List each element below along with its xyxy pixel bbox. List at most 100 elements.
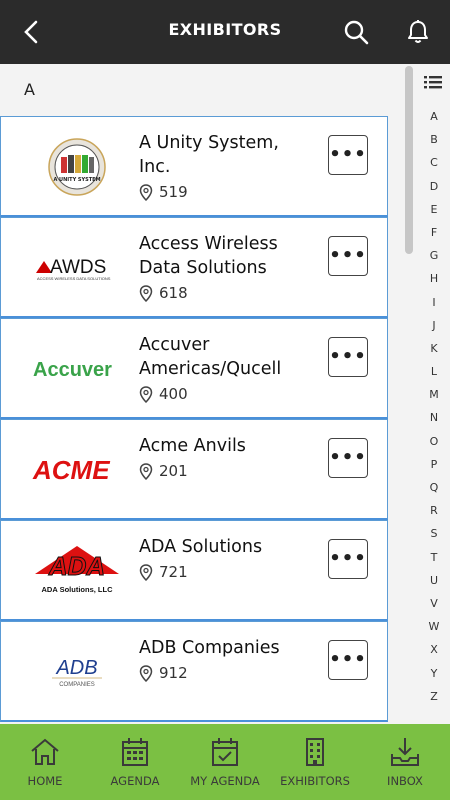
tab-agenda[interactable]: AGENDA (90, 724, 180, 800)
booth-number: 618 (159, 284, 188, 302)
location-pin-icon (139, 563, 153, 581)
more-options-button[interactable]: ••• (328, 539, 368, 579)
exhibitor-logo: ACME (23, 434, 131, 506)
index-letter[interactable]: M (420, 388, 448, 411)
exhibitor-name: Accuver Americas/Qucell (139, 335, 282, 379)
booth-info: 912 (139, 664, 188, 682)
svg-text:Accuver: Accuver (33, 359, 112, 381)
index-letter[interactable]: Y (420, 667, 448, 690)
exhibitor-name: Acme Anvils (139, 436, 246, 456)
booth-info: 201 (139, 462, 188, 480)
index-letter[interactable]: F (420, 226, 448, 249)
awds-logo: AWDS ACCESS WIRELESS DATA SOLUTIONS (36, 257, 111, 281)
index-letter[interactable]: E (420, 203, 448, 226)
index-letter[interactable]: G (420, 249, 448, 272)
index-letter[interactable]: X (420, 643, 448, 666)
index-letter[interactable]: I (420, 296, 448, 319)
tab-label: HOME (27, 774, 63, 788)
more-options-button[interactable]: ••• (328, 337, 368, 377)
index-letter[interactable]: H (420, 272, 448, 295)
more-options-button[interactable]: ••• (328, 438, 368, 478)
exhibitor-name: ADA Solutions (139, 537, 263, 557)
tab-label: MY AGENDA (190, 774, 260, 788)
index-letter[interactable]: R (420, 504, 448, 527)
svg-text:A UNITY SYSTEM: A UNITY SYSTEM (53, 177, 100, 183)
index-letter[interactable]: Z (420, 690, 448, 713)
tab-inbox[interactable]: INBOX (360, 724, 450, 800)
index-letter[interactable]: C (420, 156, 448, 179)
booth-info: 721 (139, 563, 188, 581)
booth-number: 201 (159, 462, 188, 480)
booth-number: 400 (159, 385, 188, 403)
index-letter[interactable]: L (420, 365, 448, 388)
list-view-icon[interactable] (424, 74, 442, 90)
location-pin-icon (139, 183, 153, 201)
index-letter[interactable]: J (420, 319, 448, 342)
bottom-nav: HOME AGENDA MY AGENDA EXHIBITORS INBOX (0, 724, 450, 800)
exhibitor-row[interactable]: ADB COMPANIES ADB Companies ••• 912 (0, 621, 388, 722)
calendar-check-icon (212, 738, 238, 766)
search-icon (344, 20, 369, 45)
section-header: A (24, 80, 35, 99)
exhibitor-row[interactable]: ACME Acme Anvils ••• 201 (0, 419, 388, 520)
page-title: EXHIBITORS (168, 20, 282, 39)
index-letter[interactable]: W (420, 620, 448, 643)
tab-label: AGENDA (110, 774, 160, 788)
a-unity-system-logo: A UNITY SYSTEM (48, 138, 106, 196)
exhibitor-name: ADB Companies (139, 638, 280, 658)
exhibitor-row[interactable]: AWDS ACCESS WIRELESS DATA SOLUTIONS Acce… (0, 217, 388, 318)
index-letter[interactable]: Q (420, 481, 448, 504)
tab-label: EXHIBITORS (280, 774, 350, 788)
index-letter[interactable]: N (420, 411, 448, 434)
booth-info: 519 (139, 183, 188, 201)
svg-text:ACME: ACME (32, 455, 110, 485)
index-letter[interactable]: S (420, 527, 448, 550)
tab-home[interactable]: HOME (0, 724, 90, 800)
location-pin-icon (139, 385, 153, 403)
exhibitor-row[interactable]: ADA ADA Solutions, LLC ADA Solutions •••… (0, 520, 388, 621)
notifications-button[interactable] (400, 14, 436, 50)
index-letter[interactable]: D (420, 180, 448, 203)
location-pin-icon (139, 664, 153, 682)
exhibitor-row[interactable]: Accuver Accuver Americas/Qucell ••• 400 (0, 318, 388, 419)
booth-number: 912 (159, 664, 188, 682)
index-letter[interactable]: T (420, 551, 448, 574)
more-options-button[interactable]: ••• (328, 236, 368, 276)
index-letter[interactable]: K (420, 342, 448, 365)
index-letter[interactable]: P (420, 458, 448, 481)
calendar-icon (122, 738, 148, 766)
exhibitor-name: A Unity System, Inc. (139, 133, 279, 177)
svg-text:AWDS: AWDS (50, 257, 106, 278)
ada-solutions-logo: ADA ADA Solutions, LLC (35, 546, 119, 594)
exhibitor-logo: A UNITY SYSTEM (23, 131, 131, 203)
svg-text:ACCESS WIRELESS DATA SOLUTIONS: ACCESS WIRELESS DATA SOLUTIONS (37, 276, 111, 281)
adb-companies-logo: ADB COMPANIES (52, 657, 102, 688)
more-options-button[interactable]: ••• (328, 640, 368, 680)
booth-info: 400 (139, 385, 188, 403)
alphabet-index[interactable]: ABCDEFGHIJKLMNOPQRSTUVWXYZ (420, 110, 448, 713)
exhibitor-logo: Accuver (23, 333, 131, 405)
home-icon (31, 738, 59, 765)
search-button[interactable] (338, 14, 374, 50)
index-letter[interactable]: B (420, 133, 448, 156)
acme-logo: ACME (32, 455, 110, 485)
bell-icon (408, 20, 428, 43)
index-letter[interactable]: U (420, 574, 448, 597)
index-letter[interactable]: O (420, 435, 448, 458)
booth-number: 519 (159, 183, 188, 201)
inbox-download-icon (391, 738, 419, 766)
tab-my-agenda[interactable]: MY AGENDA (180, 724, 270, 800)
exhibitor-logo: ADA ADA Solutions, LLC (23, 535, 131, 607)
more-options-button[interactable]: ••• (328, 135, 368, 175)
scrollbar[interactable] (405, 66, 413, 254)
tab-label: INBOX (387, 774, 423, 788)
exhibitor-name: Access Wireless Data Solutions (139, 234, 278, 278)
exhibitor-row[interactable]: A UNITY SYSTEM A Unity System, Inc. 519 … (0, 116, 388, 217)
app-header: EXHIBITORS (0, 0, 450, 64)
booth-number: 721 (159, 563, 188, 581)
index-letter[interactable]: V (420, 597, 448, 620)
tab-exhibitors[interactable]: EXHIBITORS (270, 724, 360, 800)
booth-info: 618 (139, 284, 188, 302)
building-icon (306, 738, 324, 766)
index-letter[interactable]: A (420, 110, 448, 133)
